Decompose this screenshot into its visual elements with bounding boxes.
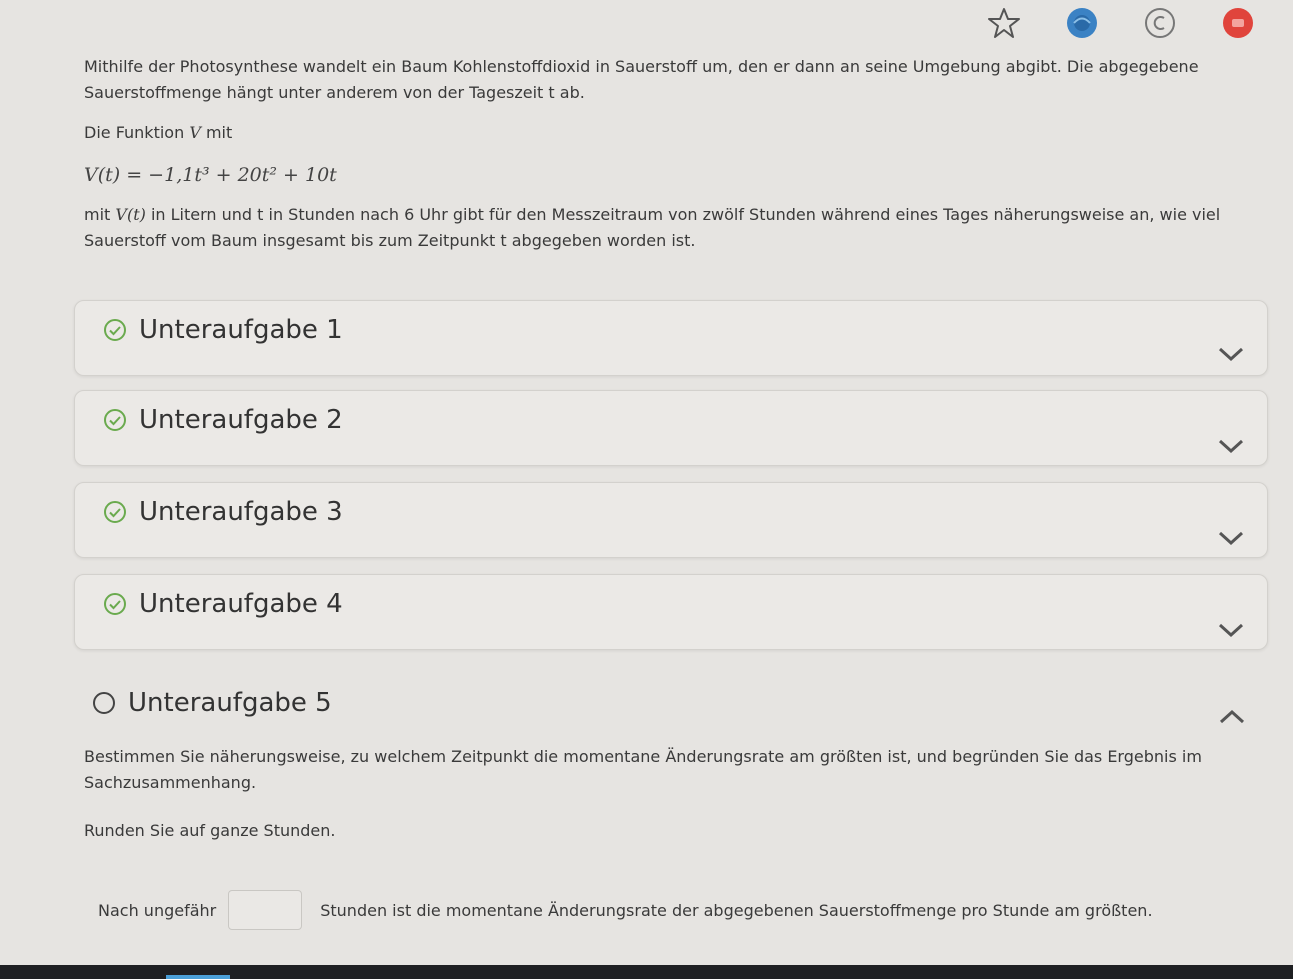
function-name: V (189, 123, 201, 142)
function-intro-suffix: mit (200, 123, 233, 142)
subtask-1-accordion[interactable]: Unteraufgabe 1 (74, 300, 1268, 376)
function-description: mit V(t) in Litern und t in Stunden nach… (84, 202, 1264, 254)
globe-icon[interactable] (1065, 6, 1099, 40)
check-circle-icon (104, 501, 126, 523)
task-intro: Mithilfe der Photosynthese wandelt ein B… (84, 54, 1264, 254)
chevron-down-icon[interactable] (1217, 345, 1245, 363)
subtask-4-accordion[interactable]: Unteraufgabe 4 (74, 574, 1268, 650)
subtask-3-label: Unteraufgabe 3 (139, 497, 343, 527)
function-desc-suffix: in Litern und t in Stunden nach 6 Uhr gi… (84, 205, 1221, 250)
check-circle-icon (104, 593, 126, 615)
subtask-2-accordion[interactable]: Unteraufgabe 2 (74, 390, 1268, 466)
subtask-4-label: Unteraufgabe 4 (139, 589, 343, 619)
subtask-4-header: Unteraufgabe 4 (103, 589, 343, 619)
answer-row: Nach ungefähr Stunden ist die momentane … (98, 890, 1153, 930)
record-icon[interactable] (1221, 6, 1255, 40)
chevron-down-icon[interactable] (1217, 621, 1245, 639)
subtask-2-label: Unteraufgabe 2 (139, 405, 343, 435)
function-desc-prefix: mit (84, 205, 116, 224)
chevron-down-icon[interactable] (1217, 529, 1245, 547)
taskbar-active-indicator (166, 975, 230, 979)
answer-input[interactable] (228, 890, 303, 930)
subtask-5-label: Unteraufgabe 5 (128, 688, 332, 718)
question-text: Bestimmen Sie näherungsweise, zu welchem… (84, 747, 1202, 792)
function-intro-prefix: Die Funktion (84, 123, 190, 142)
subtask-5-header[interactable]: Unteraufgabe 5 (92, 688, 332, 718)
chevron-up-icon[interactable] (1218, 708, 1246, 726)
rounding-instruction: Runden Sie auf ganze Stunden. (84, 821, 336, 840)
subtask-3-accordion[interactable]: Unteraufgabe 3 (74, 482, 1268, 558)
function-formula: V(t) = −1,1t³ + 20t² + 10t (84, 164, 337, 186)
subtask-3-header: Unteraufgabe 3 (103, 497, 343, 527)
chevron-down-icon[interactable] (1217, 437, 1245, 455)
subtask-1-label: Unteraufgabe 1 (139, 315, 343, 345)
subtask-5-body: Bestimmen Sie näherungsweise, zu welchem… (84, 744, 1234, 844)
answer-prefix: Nach ungefähr (98, 900, 217, 920)
function-desc-var: V(t) (115, 205, 146, 224)
copyright-icon[interactable] (1143, 6, 1177, 40)
check-circle-icon (104, 319, 126, 341)
answer-suffix: Stunden ist die momentane Änderungsrate … (320, 900, 1153, 920)
empty-circle-icon (93, 692, 115, 714)
check-circle-icon (104, 409, 126, 431)
subtask-5-panel: Unteraufgabe 5 Bestimmen Sie näherungswe… (70, 668, 1280, 968)
subtask-1-header: Unteraufgabe 1 (103, 315, 343, 345)
toolbar (987, 6, 1255, 40)
intro-paragraph: Mithilfe der Photosynthese wandelt ein B… (84, 57, 1199, 102)
function-intro: Die Funktion V mit (84, 120, 1264, 146)
star-icon[interactable] (987, 6, 1021, 40)
subtask-2-header: Unteraufgabe 2 (103, 405, 343, 435)
